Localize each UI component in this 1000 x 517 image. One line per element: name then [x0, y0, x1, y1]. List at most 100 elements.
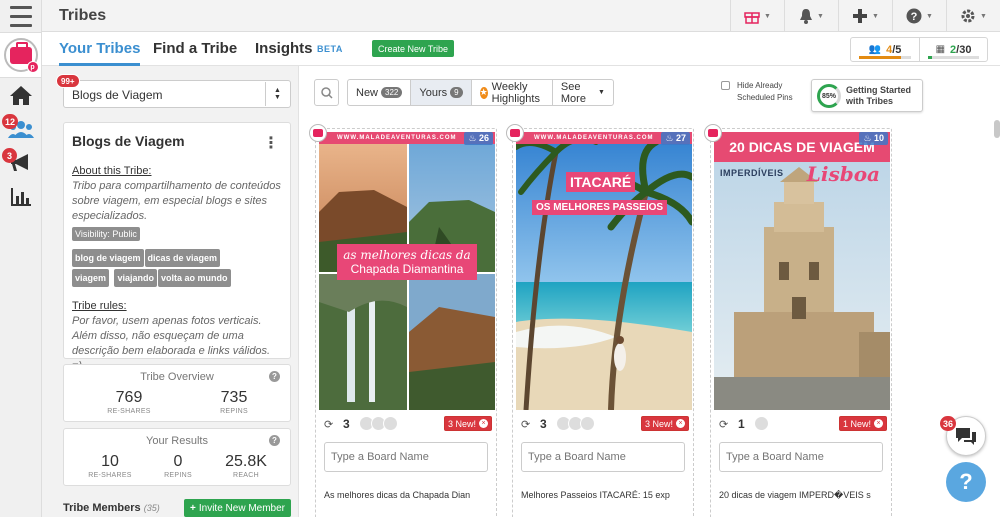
rail-item-home[interactable] [0, 78, 41, 112]
new-reshares-badge[interactable]: 3 New! × [640, 416, 689, 431]
help-icon[interactable]: ? [269, 435, 280, 446]
filter-new[interactable]: New 322 [348, 80, 412, 105]
add-button[interactable]: ▼ [838, 0, 892, 32]
beta-label: BETA [317, 44, 343, 54]
pin-image[interactable]: WWW.MALADEAVENTURAS.COM as melhores dica… [319, 132, 495, 410]
chevron-down-icon: ▼ [597, 89, 605, 96]
tag[interactable]: blog de viagem [72, 249, 144, 267]
close-icon[interactable]: × [874, 419, 883, 428]
tab-insights[interactable]: Insights [255, 40, 313, 57]
about-text: Tribo para compartilhamento de conteúdos… [72, 180, 281, 222]
app-root: p 12 3 Tribes ▼ ▼ ▼ ? ▼ ▼ Your Tribes Fi… [0, 0, 1000, 517]
tribe-info-card: Blogs de Viagem ⋮ About this Tribe: Trib… [63, 122, 291, 372]
chat-badge: 36 [940, 416, 957, 431]
tab-find-a-tribe[interactable]: Find a Tribe [153, 40, 237, 57]
campaigns-badge: 3 [2, 148, 17, 163]
hide-scheduled-checkbox[interactable]: Hide Already Scheduled Pins [721, 80, 821, 104]
results-reach-value: 25.8K [225, 453, 267, 470]
close-icon[interactable]: × [479, 419, 488, 428]
overview-reshares: 769 RE-SHARES [89, 389, 169, 415]
svg-text:?: ? [911, 11, 918, 23]
left-rail: p 12 3 [0, 0, 42, 517]
boards-counter[interactable]: ▦ 2/30 [919, 38, 987, 61]
usage-counters: 👥 4/5 ▦ 2/30 [850, 37, 988, 62]
tribes-total: /5 [892, 43, 902, 56]
member-avatars [556, 416, 595, 431]
pin-image[interactable]: 20 DICAS DE VIAGEM IMPERDÍVEIS Lisboa [714, 132, 890, 410]
pin-overlay-title: ITACARÉ [566, 172, 636, 192]
tag[interactable]: volta ao mundo [158, 269, 231, 287]
invite-member-button[interactable]: + Invite New Member [184, 499, 291, 517]
new-reshares-badge[interactable]: 3 New! × [443, 416, 492, 431]
filter-yours[interactable]: Yours 9 [411, 80, 472, 105]
pin-stats: ⟳ 3 3 New! × [521, 416, 689, 434]
checkbox[interactable] [721, 81, 730, 90]
pin-overlay-title: as melhores dicas da Chapada Diamantina [337, 244, 477, 280]
rail-item-tribes[interactable]: 12 [0, 112, 41, 146]
notifications-button[interactable]: ▼ [784, 0, 838, 32]
results-reach-label: REACH [232, 472, 259, 479]
filter-weekly-highlights[interactable]: ★ Weekly Highlights [472, 80, 553, 105]
tribe-select-value: Blogs de Viagem [72, 88, 163, 102]
rail-item-insights[interactable] [0, 180, 41, 214]
pin-image[interactable]: WWW.MALADEAVENTURAS.COM ITACARÉ OS MELHO… [516, 132, 692, 410]
users-icon: 👥 [868, 44, 882, 55]
repin-count: ♨ 10 [859, 132, 888, 145]
gift-button[interactable]: ▼ [730, 0, 784, 32]
close-icon[interactable]: × [676, 419, 685, 428]
more-options-icon[interactable]: ⋮ [263, 133, 279, 153]
pin-overlay-subtitle: IMPERDÍVEIS [720, 168, 784, 178]
overview-reshares-value: 769 [115, 389, 143, 406]
tag[interactable]: viajando [114, 269, 157, 287]
overview-reshares-label: RE-SHARES [107, 408, 151, 415]
getting-started-button[interactable]: 85% Getting Started with Tribes [811, 79, 923, 112]
help-circle-icon: ? [906, 8, 922, 24]
overview-repins-value: 735 [220, 389, 248, 406]
chart-icon [10, 188, 31, 206]
board-name-input[interactable] [324, 442, 488, 472]
search-button[interactable] [314, 79, 339, 106]
getting-started-label: Getting Started with Tribes [846, 85, 912, 106]
reshare-icon: ⟳ [719, 419, 729, 431]
board-name-input[interactable] [521, 442, 685, 472]
tab-your-tribes[interactable]: Your Tribes [59, 40, 141, 66]
your-results-card: Your Results ? 10 RE-SHARES 0 REPINS 25.… [63, 428, 291, 486]
tribe-select-badge: 99+ [56, 74, 80, 88]
rules-heading: Tribe rules: [72, 300, 127, 312]
reshare-icon: ⟳ [521, 419, 531, 431]
avatar [754, 416, 769, 431]
tribe-select[interactable]: Blogs de Viagem ▲ ▼ [63, 80, 291, 108]
create-new-tribe-button[interactable]: Create New Tribe [372, 40, 455, 57]
scrollbar-thumb[interactable] [994, 120, 1000, 138]
chevron-down-icon: ▼ [926, 12, 933, 20]
tag[interactable]: viagem [72, 269, 110, 287]
tailwind-logo-icon [704, 124, 722, 142]
see-more-dropdown[interactable]: See More ▼ [553, 80, 613, 105]
tag[interactable]: dicas de viagem [144, 249, 221, 267]
members-title: Tribe Members (35) [63, 502, 160, 514]
tribes-counter[interactable]: 👥 4/5 [851, 38, 919, 61]
member-avatars [359, 416, 398, 431]
help-button[interactable]: ? [946, 462, 986, 502]
chevron-down-icon: ▼ [872, 12, 879, 20]
pin-description: Melhores Passeios ITACARÉ: 15 exp [521, 490, 670, 500]
hamburger-icon [9, 3, 32, 30]
settings-button[interactable]: ▼ [946, 0, 1000, 32]
tailwind-logo-icon: p [3, 38, 39, 73]
help-icon[interactable]: ? [269, 371, 280, 382]
pin-overlay-city: Lisboa [806, 162, 880, 186]
help-menu-button[interactable]: ? ▼ [892, 0, 946, 32]
select-arrows-icon: ▲ ▼ [265, 82, 289, 106]
page-title: Tribes [59, 7, 107, 24]
board-name-input[interactable] [719, 442, 883, 472]
rail-item-campaigns[interactable]: 3 [0, 146, 41, 180]
pin-description: As melhores dicas da Chapada Dian [324, 490, 471, 500]
rail-logo[interactable]: p [0, 32, 41, 78]
tribe-sidebar: 99+ Blogs de Viagem ▲ ▼ Blogs de Viagem ⋮… [42, 66, 299, 517]
new-reshares-badge[interactable]: 1 New! × [838, 416, 887, 431]
hide-label-2: Scheduled Pins [737, 93, 793, 102]
overview-title: Tribe Overview [140, 371, 214, 383]
gear-icon [961, 9, 975, 23]
top-bar-actions: ▼ ▼ ▼ ? ▼ ▼ [730, 0, 1000, 32]
menu-button[interactable] [0, 0, 41, 32]
